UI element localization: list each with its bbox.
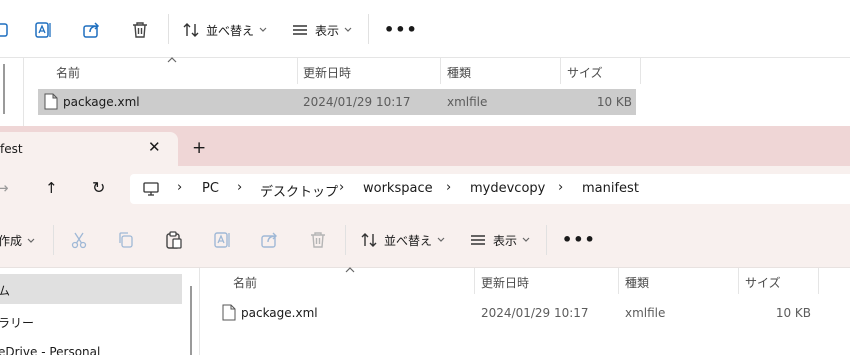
new-button[interactable]: 作成: [0, 232, 35, 249]
delete-icon[interactable]: [307, 229, 329, 251]
new-tab-button[interactable]: +: [192, 138, 206, 158]
view-label: 表示: [315, 23, 340, 38]
column-header-modified[interactable]: 更新日時: [481, 274, 529, 291]
copy-icon[interactable]: [115, 229, 137, 251]
divider: [0, 57, 850, 58]
up-button[interactable]: ↑: [45, 179, 58, 197]
share-icon[interactable]: [81, 19, 103, 41]
sort-button[interactable]: 並べ替え: [360, 231, 445, 249]
toolbar-separator: [345, 225, 346, 255]
sort-icon: [361, 233, 377, 247]
column-header-size[interactable]: サイズ: [567, 64, 603, 81]
column-divider[interactable]: [618, 268, 619, 294]
file-modified: 2024/01/29 10:17: [481, 306, 589, 320]
command-bar: 作成 並べ替え 表示 •••: [0, 212, 850, 268]
rename-icon[interactable]: [33, 19, 55, 41]
sort-button[interactable]: 並べ替え: [182, 21, 267, 39]
file-row[interactable]: package.xml 2024/01/29 10:17 xmlfile 10 …: [216, 300, 816, 326]
file-icon: [222, 304, 236, 321]
view-icon: [471, 235, 485, 245]
more-options-button[interactable]: •••: [384, 20, 418, 39]
column-divider[interactable]: [738, 268, 739, 294]
nav-item-home-selected[interactable]: [0, 274, 182, 304]
column-divider[interactable]: [440, 58, 441, 84]
file-modified: 2024/01/29 10:17: [303, 95, 411, 109]
front-explorer-window: fest ✕ + → ↑ ↻ › PC › デスクトップ › workspace…: [0, 126, 850, 355]
sort-label: 並べ替え: [206, 23, 255, 38]
partial-icon[interactable]: [0, 19, 12, 41]
tab-strip: fest ✕ +: [0, 126, 850, 166]
file-size: 10 KB: [596, 95, 632, 109]
sort-ascending-icon: [345, 267, 355, 273]
breadcrumb-pc[interactable]: PC: [202, 181, 219, 196]
column-header-modified[interactable]: 更新日時: [303, 64, 351, 81]
delete-icon[interactable]: [129, 19, 151, 41]
column-header-type[interactable]: 種類: [447, 64, 471, 81]
breadcrumb-separator[interactable]: ›: [558, 180, 563, 195]
refresh-button[interactable]: ↻: [92, 178, 105, 197]
column-divider[interactable]: [560, 58, 561, 84]
nav-item-onedrive[interactable]: eDrive - Personal: [0, 345, 100, 355]
more-options-button[interactable]: •••: [562, 230, 596, 249]
back-toolbar: 並べ替え 表示 •••: [0, 0, 850, 58]
sort-label: 並べ替え: [384, 233, 433, 248]
close-tab-button[interactable]: ✕: [148, 138, 161, 156]
breadcrumb-separator[interactable]: ›: [339, 180, 344, 195]
sort-icon: [183, 23, 199, 37]
file-size: 10 KB: [775, 306, 811, 320]
file-name: package.xml: [241, 306, 318, 320]
view-label: 表示: [493, 233, 518, 248]
share-icon[interactable]: [259, 229, 281, 251]
file-type: xmlfile: [447, 95, 488, 109]
back-explorer-window: 並べ替え 表示 ••• 名前 更新日時 種類 サイズ package.xml 2…: [0, 0, 850, 126]
chevron-down-icon: [522, 237, 530, 242]
paste-icon[interactable]: [163, 229, 185, 251]
file-type: xmlfile: [625, 306, 666, 320]
column-divider[interactable]: [818, 268, 819, 294]
toolbar-separator: [53, 225, 54, 255]
file-row-selected[interactable]: package.xml 2024/01/29 10:17 xmlfile 10 …: [38, 89, 636, 115]
view-icon: [293, 25, 307, 35]
cut-icon[interactable]: [68, 229, 90, 251]
column-header-type[interactable]: 種類: [625, 274, 649, 291]
nav-item-gallery[interactable]: ラリー: [0, 314, 34, 331]
address-bar[interactable]: › PC › デスクトップ › workspace › mydevcopy › …: [130, 174, 850, 204]
column-header-name[interactable]: 名前: [233, 274, 257, 291]
column-header-name[interactable]: 名前: [56, 64, 80, 81]
sort-ascending-icon: [167, 57, 177, 63]
chevron-down-icon: [344, 27, 352, 32]
tab-title: fest: [0, 142, 23, 156]
rename-icon[interactable]: [212, 229, 234, 251]
monitor-icon: [143, 182, 159, 196]
breadcrumb-separator[interactable]: ›: [446, 180, 451, 195]
chevron-down-icon: [259, 27, 267, 32]
new-label: 作成: [0, 234, 23, 248]
breadcrumb-manifest[interactable]: manifest: [582, 181, 639, 196]
column-divider[interactable]: [640, 58, 641, 84]
view-button[interactable]: 表示: [291, 21, 352, 39]
content-area: ム ラリー eDrive - Personal 名前 更新日時 種類 サイズ p…: [0, 267, 850, 355]
toolbar-separator: [168, 14, 169, 44]
address-row: → ↑ ↻ › PC › デスクトップ › workspace › mydevc…: [0, 166, 850, 212]
scrollbar[interactable]: [3, 64, 5, 114]
column-divider[interactable]: [297, 58, 298, 84]
breadcrumb-desktop[interactable]: デスクトップ: [260, 181, 338, 200]
chevron-down-icon: [437, 237, 445, 242]
toolbar-separator: [546, 225, 547, 255]
breadcrumb-mydevcopy[interactable]: mydevcopy: [470, 181, 545, 196]
column-divider[interactable]: [474, 268, 475, 294]
file-name: package.xml: [63, 95, 140, 109]
view-button[interactable]: 表示: [469, 231, 530, 249]
column-header-size[interactable]: サイズ: [745, 274, 781, 291]
file-icon: [44, 93, 58, 110]
navigation-pane: ム ラリー eDrive - Personal: [0, 268, 200, 355]
forward-button[interactable]: →: [0, 179, 9, 197]
nav-item-home[interactable]: ム: [0, 282, 10, 299]
scrollbar[interactable]: [190, 286, 192, 355]
chevron-down-icon: [27, 238, 35, 243]
toolbar-separator: [368, 14, 369, 44]
breadcrumb-separator[interactable]: ›: [177, 180, 182, 195]
breadcrumb-separator[interactable]: ›: [237, 180, 242, 195]
breadcrumb-workspace[interactable]: workspace: [363, 181, 433, 196]
